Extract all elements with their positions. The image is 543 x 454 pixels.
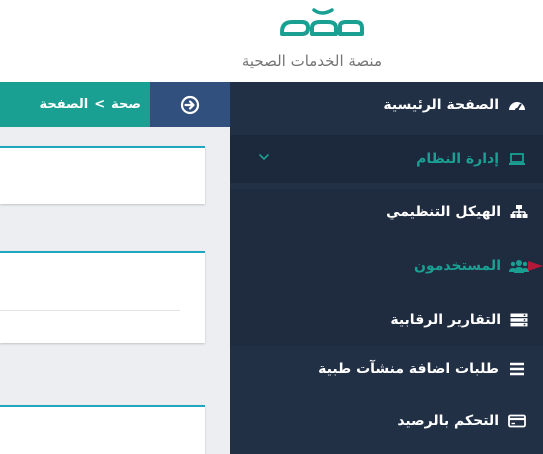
card-divider bbox=[0, 310, 180, 311]
arrow-circle-right-icon bbox=[180, 95, 200, 114]
sidebar-item-balance-control[interactable]: التحكم بالرصيد bbox=[230, 398, 543, 444]
sidebar-item-label: الهيكل التنظيمي bbox=[386, 204, 501, 220]
sidebar-item-label: المستخدمون bbox=[414, 258, 501, 274]
breadcrumb-separator: > bbox=[94, 97, 106, 112]
credit-card-icon bbox=[507, 411, 527, 431]
content-card bbox=[0, 251, 205, 343]
content-card bbox=[0, 146, 205, 204]
brand-subtitle: منصة الخدمات الصحية bbox=[241, 52, 382, 70]
bars-icon bbox=[507, 359, 527, 379]
sidebar-item-label: الصفحة الرئيسية bbox=[383, 97, 499, 113]
sidebar: الصفحة الرئيسية إدارة النظام الهيكل التن… bbox=[230, 82, 543, 454]
sidebar-item-system-admin[interactable]: إدارة النظام bbox=[230, 135, 543, 183]
brand-logo bbox=[280, 8, 364, 36]
active-pointer-icon bbox=[528, 261, 543, 271]
sidebar-item-org-structure[interactable]: الهيكل التنظيمي bbox=[230, 189, 543, 235]
sidebar-item-facility-requests[interactable]: طلبات اضافة منشآت طبية bbox=[230, 346, 543, 392]
sidebar-item-label: التقارير الرقابية bbox=[390, 312, 501, 328]
breadcrumb-current[interactable]: الصفحة bbox=[40, 97, 89, 112]
sidebar-item-label: التحكم بالرصيد bbox=[397, 413, 499, 429]
sidebar-item-label: إدارة النظام bbox=[416, 151, 499, 167]
top-bar: صحة > الصفحة bbox=[0, 82, 230, 127]
main-content: صحة > الصفحة bbox=[0, 82, 230, 454]
server-icon bbox=[509, 310, 529, 330]
laptop-icon bbox=[507, 149, 527, 169]
sidebar-item-home[interactable]: الصفحة الرئيسية bbox=[230, 82, 543, 128]
dashboard-icon bbox=[507, 95, 527, 115]
sidebar-item-oversight-reports[interactable]: التقارير الرقابية bbox=[230, 297, 543, 343]
content-card bbox=[0, 405, 205, 454]
chevron-down-icon bbox=[259, 154, 269, 161]
sidebar-item-users[interactable]: المستخدمون bbox=[230, 243, 543, 289]
breadcrumb-home[interactable]: صحة bbox=[111, 97, 141, 112]
header: منصة الخدمات الصحية bbox=[0, 0, 543, 82]
breadcrumb: صحة > الصفحة bbox=[0, 82, 150, 127]
sitemap-icon bbox=[509, 202, 529, 222]
sidebar-item-label: طلبات اضافة منشآت طبية bbox=[318, 361, 499, 377]
sidebar-toggle-button[interactable] bbox=[150, 82, 230, 127]
